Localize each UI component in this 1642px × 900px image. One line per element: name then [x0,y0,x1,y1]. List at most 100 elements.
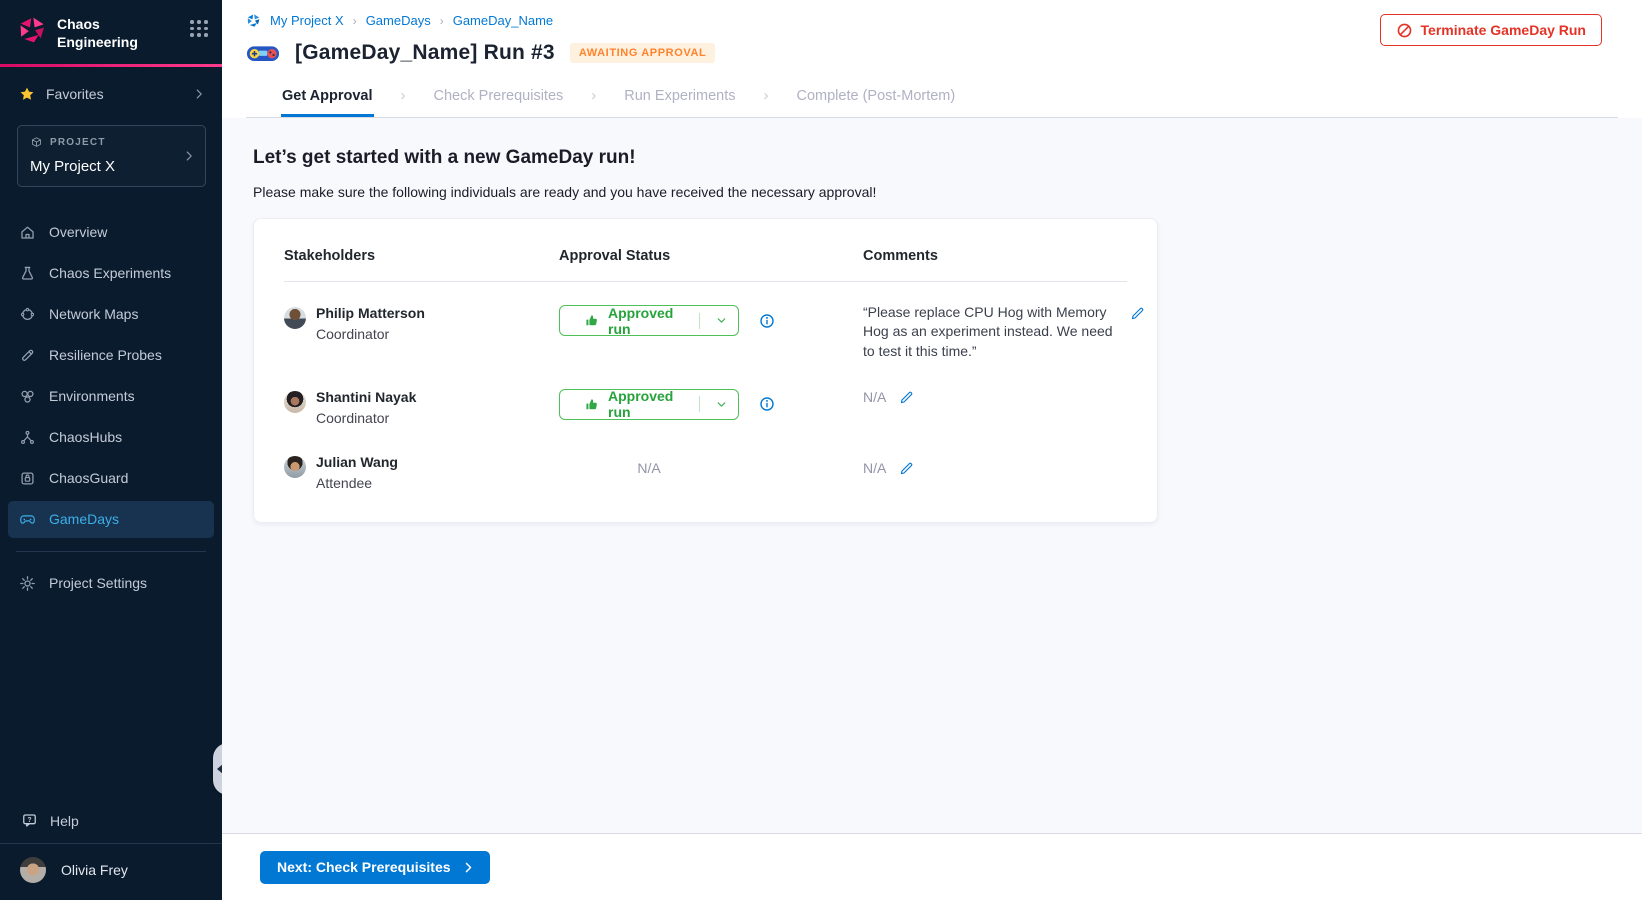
module-grid-icon[interactable] [190,20,208,37]
sidebar-divider [16,551,206,552]
avatar [284,456,306,478]
stakeholders-card: Stakeholders Approval Status Comments Ph… [253,218,1158,523]
chevron-right-icon: › [401,87,406,116]
network-map-icon [19,306,36,323]
environments-icon [19,388,36,405]
stakeholder-role: Coordinator [316,410,416,426]
status-badge: AWAITING APPROVAL [570,43,716,63]
cube-icon [30,136,43,149]
tab-complete-post-mortem[interactable]: Complete (Post-Mortem) [795,86,956,117]
stepper: Get Approval › Check Prerequisites › Run… [246,86,1618,118]
column-approval-status: Approval Status [559,248,863,264]
next-check-prerequisites-button[interactable]: Next: Check Prerequisites [260,851,490,884]
breadcrumb-separator-icon: › [353,14,357,28]
user-profile[interactable]: Olivia Frey [0,843,222,900]
info-icon[interactable] [759,396,775,412]
table-header-row: Stakeholders Approval Status Comments [254,219,1157,264]
breadcrumb-project[interactable]: My Project X [270,13,344,28]
tab-check-prerequisites[interactable]: Check Prerequisites [433,86,565,117]
chevron-down-icon [709,314,728,327]
chevron-right-icon: › [763,87,768,116]
table-row: Philip Matterson Coordinator Approved ru… [284,290,1127,374]
table-row: Julian Wang Attendee N/A N/A [284,439,1127,504]
project-name: My Project X [30,158,193,175]
approval-status-dropdown[interactable]: Approved run [559,305,739,336]
sidebar-item-environments[interactable]: Environments [8,378,214,415]
stakeholder-role: Coordinator [316,326,425,342]
help-label: Help [50,813,79,829]
chaos-engineering-logo-icon [17,15,47,45]
content-area: Let’s get started with a new GameDay run… [222,118,1642,833]
project-label: PROJECT [50,137,106,148]
probe-icon [19,347,36,364]
chevron-right-icon: › [591,87,596,116]
edit-comment-icon[interactable] [899,461,914,476]
avatar [284,307,306,329]
edit-comment-icon[interactable] [899,390,914,405]
star-icon [19,86,35,102]
stakeholder-role: Attendee [316,475,398,491]
breadcrumb-gamedays[interactable]: GameDays [366,13,431,28]
sidebar-item-overview[interactable]: Overview [8,214,214,251]
guard-lock-icon [19,470,36,487]
chevron-down-icon [709,398,728,411]
approval-status-text: N/A [559,454,739,476]
breadcrumb-separator-icon: › [440,14,444,28]
sidebar-item-project-settings[interactable]: Project Settings [8,565,214,602]
user-name: Olivia Frey [61,862,128,878]
user-avatar [20,857,46,883]
tab-get-approval[interactable]: Get Approval [281,86,374,117]
thumbs-up-icon [584,397,599,412]
page-heading: Let’s get started with a new GameDay run… [253,147,1642,169]
sidebar-item-chaos-experiments[interactable]: Chaos Experiments [8,255,214,292]
hub-icon [19,429,36,446]
info-icon[interactable] [759,313,775,329]
stakeholder-name: Philip Matterson [316,305,425,321]
page-subheading: Please make sure the following individua… [253,184,1642,200]
sidebar-nav: Overview Chaos Experiments Network Maps … [8,214,214,538]
terminate-gameday-run-button[interactable]: Terminate GameDay Run [1380,14,1602,46]
page-header: My Project X › GameDays › GameDay_Name [222,0,1642,118]
thumbs-up-icon [584,313,599,328]
main-area: My Project X › GameDays › GameDay_Name [222,0,1642,900]
column-stakeholders: Stakeholders [284,248,559,264]
table-row: Shantini Nayak Coordinator Approved run [284,374,1127,439]
flask-icon [19,265,36,282]
gameday-gamepad-icon [246,43,280,64]
gamepad-icon [19,511,36,528]
help-chat-icon: ? [21,812,38,829]
avatar [284,391,306,413]
project-selector[interactable]: PROJECT My Project X [17,125,206,187]
breadcrumb-gameday-name[interactable]: GameDay_Name [453,13,553,28]
sidebar-item-help[interactable]: ? Help [0,800,222,843]
footer-bar: Next: Check Prerequisites [222,833,1642,900]
sidebar-item-resilience-probes[interactable]: Resilience Probes [8,337,214,374]
chaos-mini-logo-icon [246,13,261,28]
app-title: Chaos Engineering [57,15,138,51]
comment-text: “Please replace CPU Hog with Memory Hog … [863,303,1113,361]
chevron-right-icon [182,149,196,163]
edit-comment-icon[interactable] [1130,306,1145,321]
chevron-right-icon [192,87,206,101]
stakeholder-name: Julian Wang [316,454,398,470]
sidebar-item-chaoshubs[interactable]: ChaosHubs [8,419,214,456]
tab-run-experiments[interactable]: Run Experiments [623,86,736,117]
chevron-right-icon [462,861,475,874]
approval-status-dropdown[interactable]: Approved run [559,389,739,420]
prohibited-icon [1396,22,1413,39]
comment-text: N/A [863,389,886,405]
comment-text: N/A [863,460,886,476]
sidebar-item-gamedays[interactable]: GameDays [8,501,214,538]
column-comments: Comments [863,248,1127,264]
sidebar-header: Chaos Engineering [0,0,222,64]
gear-icon [19,575,36,592]
page-title: [GameDay_Name] Run #3 [295,41,555,65]
favorites-label: Favorites [46,86,104,102]
stakeholder-name: Shantini Nayak [316,389,416,405]
sidebar: Chaos Engineering Favorites PROJECT [0,0,222,900]
sidebar-item-favorites[interactable]: Favorites [0,67,222,108]
svg-text:?: ? [27,817,31,824]
sidebar-item-network-maps[interactable]: Network Maps [8,296,214,333]
sidebar-item-chaosguard[interactable]: ChaosGuard [8,460,214,497]
app-root: Chaos Engineering Favorites PROJECT [0,0,1642,900]
